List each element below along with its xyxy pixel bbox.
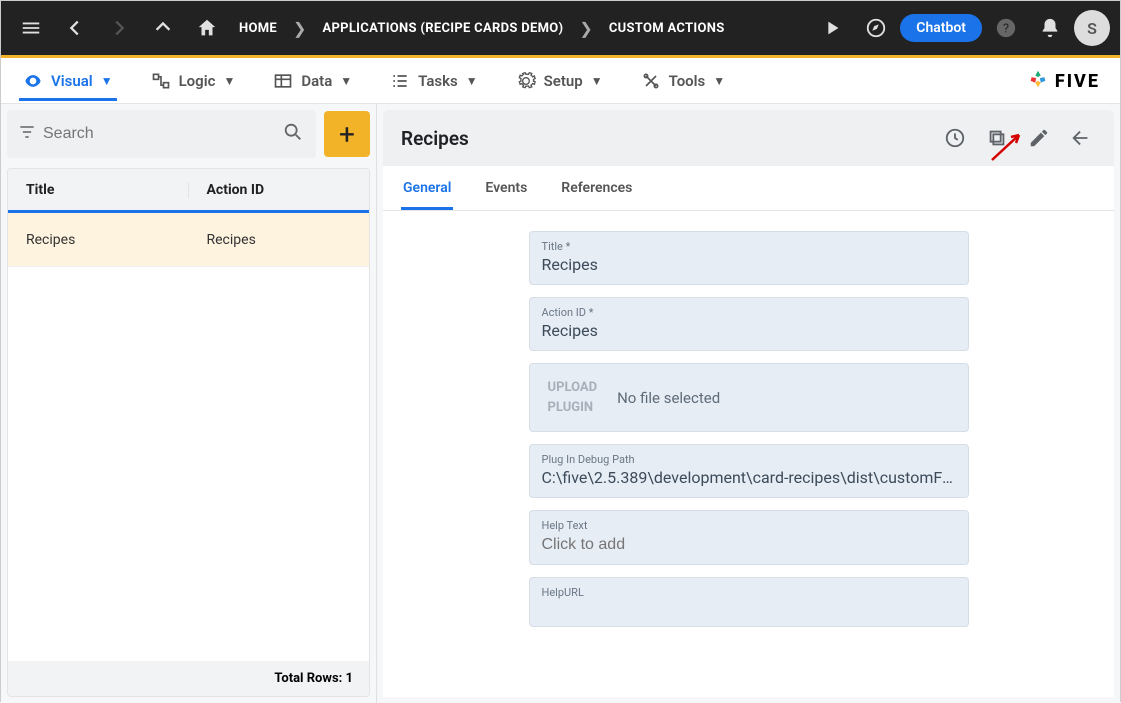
field-action-id[interactable]: Action ID * Recipes [529,297,969,351]
table-footer: Total Rows: 1 [8,661,369,696]
home-icon[interactable] [187,8,227,48]
tab-setup[interactable]: Setup ▼ [512,61,607,101]
help-text-input[interactable] [542,536,956,554]
tab-data[interactable]: Data ▼ [269,61,356,101]
list-table: Title Action ID Recipes Recipes Total Ro… [7,168,370,697]
nav-up-icon[interactable] [143,8,183,48]
chevron-down-icon: ▼ [591,74,603,88]
breadcrumb-applications[interactable]: APPLICATIONS (RECIPE CARDS DEMO) [314,21,571,36]
detail-panel: Recipes General Events References Title … [377,104,1120,703]
chevron-down-icon: ▼ [340,74,352,88]
footer-value: 1 [346,671,353,686]
field-help-text[interactable]: Help Text [529,510,969,565]
add-button[interactable]: + [324,111,370,157]
tab-visual[interactable]: Visual ▼ [19,61,117,101]
tab-label: Tools [669,72,706,90]
breadcrumb-home[interactable]: HOME [231,21,285,36]
upload-label: UPLOAD PLUGIN [548,378,598,417]
main-tabs: Visual ▼ Logic ▼ Data ▼ Tasks ▼ Setup ▼ Tools… [1,58,1120,104]
tab-label: Data [301,72,332,90]
chevron-down-icon: ▼ [223,74,235,88]
chatbot-button[interactable]: Chatbot [900,14,982,42]
field-label: Title * [542,240,956,253]
search-icon[interactable] [276,121,310,147]
filter-icon[interactable] [17,122,37,146]
bell-icon[interactable] [1030,8,1070,48]
table-header: Title Action ID [8,169,369,213]
field-label: Help Text [542,519,956,532]
breadcrumb-custom-actions[interactable]: CUSTOM ACTIONS [601,21,733,36]
nav-forward-icon [99,8,139,48]
chevron-right-icon: ❯ [289,19,310,38]
chevron-down-icon: ▼ [713,74,725,88]
field-value: Recipes [542,255,956,274]
search-input[interactable] [43,125,270,143]
field-label: Action ID * [542,306,956,319]
explore-icon[interactable] [856,8,896,48]
field-upload-plugin[interactable]: UPLOAD PLUGIN No file selected [529,363,969,432]
tab-label: Visual [51,72,93,90]
menu-icon[interactable] [11,8,51,48]
tab-label: Setup [544,72,583,90]
help-icon[interactable]: ? [986,8,1026,48]
nav-back-icon[interactable] [55,8,95,48]
form-area: Title * Recipes Action ID * Recipes UPLO… [383,211,1114,697]
upload-status: No file selected [617,389,720,407]
column-action-id[interactable]: Action ID [189,182,370,198]
field-label: Plug In Debug Path [542,453,956,466]
brand-text: FIVE [1055,71,1100,92]
tab-tasks[interactable]: Tasks ▼ [386,61,481,101]
svg-text:?: ? [1003,22,1009,37]
tab-label: Tasks [418,72,458,90]
field-label: HelpURL [542,586,956,599]
tab-tools[interactable]: Tools ▼ [637,61,730,101]
run-icon[interactable] [812,8,852,48]
search-row [7,110,316,158]
tab-references[interactable]: References [559,166,634,210]
tab-label: Logic [179,72,216,90]
edit-icon[interactable] [1018,117,1060,159]
detail-header: Recipes [383,110,1114,166]
detail-title: Recipes [401,127,934,150]
brand-logo: FIVE [1027,68,1100,95]
back-arrow-icon[interactable] [1060,117,1102,159]
field-value: Recipes [542,321,956,340]
top-bar: HOME ❯ APPLICATIONS (RECIPE CARDS DEMO) … [1,1,1120,55]
tab-general[interactable]: General [401,166,453,210]
cell-title: Recipes [8,232,189,248]
field-value: C:\five\2.5.389\development\card-recipes… [542,468,956,487]
cell-action-id: Recipes [189,232,370,248]
chevron-down-icon: ▼ [466,74,478,88]
field-debug-path[interactable]: Plug In Debug Path C:\five\2.5.389\devel… [529,444,969,498]
table-row[interactable]: Recipes Recipes [8,213,369,267]
tab-events[interactable]: Events [483,166,529,210]
main-split: + Title Action ID Recipes Recipes Total … [1,104,1120,703]
field-title[interactable]: Title * Recipes [529,231,969,285]
field-help-url[interactable]: HelpURL [529,577,969,627]
tab-logic[interactable]: Logic ▼ [147,61,240,101]
chevron-down-icon: ▼ [101,74,113,88]
chevron-right-icon: ❯ [575,19,596,38]
left-panel: + Title Action ID Recipes Recipes Total … [1,104,377,703]
history-icon[interactable] [934,117,976,159]
footer-label: Total Rows: [274,671,342,686]
avatar[interactable]: S [1074,10,1110,46]
column-title[interactable]: Title [8,182,189,198]
detail-tabs: General Events References [383,166,1114,211]
copy-icon[interactable] [976,117,1018,159]
